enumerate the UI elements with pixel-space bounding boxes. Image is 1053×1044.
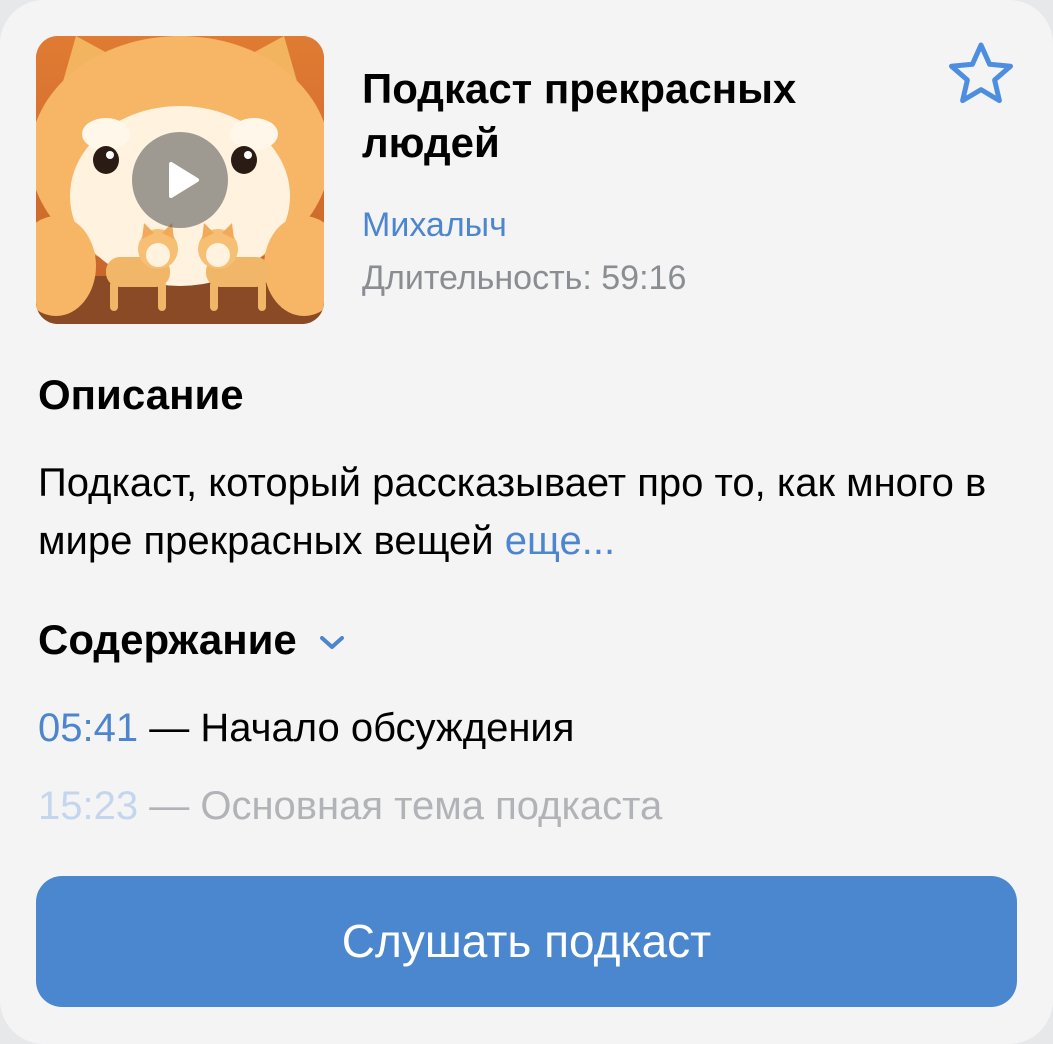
star-outline-icon (949, 42, 1013, 104)
toc-item[interactable]: 15:23 — Основная тема подкаста (38, 782, 662, 830)
listen-podcast-button[interactable]: Слушать подкаст (36, 876, 1017, 1007)
contents-toggle[interactable]: Содержание (38, 615, 347, 665)
duration-label: Длительность: (362, 259, 592, 297)
podcast-duration: Длительность: 59:16 (362, 258, 686, 298)
description-more-link[interactable]: еще... (505, 519, 615, 563)
duration-value: 59:16 (601, 259, 687, 297)
podcast-title: Подкаст прекрасных людей (362, 65, 797, 166)
podcast-card: Подкаст прекрасных людей Михалыч Длитель… (0, 0, 1053, 1044)
play-icon (169, 162, 199, 198)
favorite-button[interactable] (946, 40, 1016, 106)
toc-item[interactable]: 05:41 — Начало обсуждения (38, 704, 574, 752)
podcast-cover[interactable] (36, 36, 324, 324)
chevron-down-icon (319, 636, 344, 649)
description-text: Подкаст, который рассказывает про то, ка… (38, 454, 1018, 570)
play-button[interactable] (132, 132, 228, 228)
description-heading: Описание (38, 371, 244, 418)
contents-heading: Содержание (38, 616, 297, 663)
podcast-author-link[interactable]: Михалыч (362, 205, 507, 245)
toc-timestamp-link[interactable]: 15:23 (38, 784, 138, 828)
toc-label: — Начало обсуждения (149, 706, 575, 750)
toc-timestamp-link[interactable]: 05:41 (38, 706, 138, 750)
toc-label: — Основная тема подкаста (149, 784, 663, 828)
